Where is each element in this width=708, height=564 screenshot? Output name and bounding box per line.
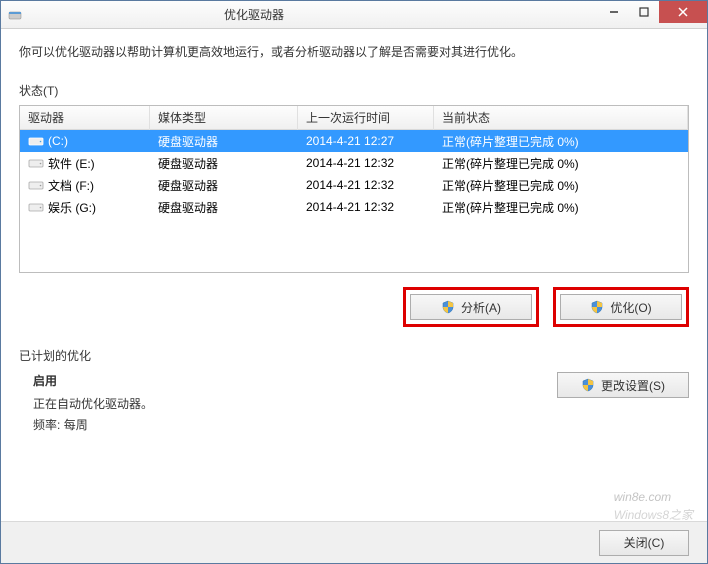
drive-status: 正常(碎片整理已完成 0%)	[434, 131, 688, 152]
analyze-button[interactable]: 分析(A)	[410, 294, 532, 320]
titlebar: 优化驱动器	[1, 1, 707, 29]
status-section-label: 状态(T)	[19, 82, 689, 99]
watermark-suffix: .com	[645, 490, 671, 504]
list-header: 驱动器 媒体类型 上一次运行时间 当前状态	[20, 106, 688, 130]
schedule-status-line: 正在自动优化驱动器。	[33, 395, 153, 412]
drive-status: 正常(碎片整理已完成 0%)	[434, 153, 688, 174]
drive-list: 驱动器 媒体类型 上一次运行时间 当前状态 (C:)硬盘驱动器2014-4-21…	[19, 105, 689, 273]
minimize-button[interactable]	[599, 1, 629, 23]
maximize-button[interactable]	[629, 1, 659, 23]
schedule-frequency-value: 每周	[64, 418, 88, 432]
column-header-drive[interactable]: 驱动器	[20, 105, 150, 130]
highlight-optimize: 优化(O)	[553, 287, 689, 327]
app-icon	[7, 7, 23, 23]
analyze-label: 分析(A)	[461, 299, 501, 316]
drive-lastrun: 2014-4-21 12:32	[298, 176, 434, 194]
drive-status: 正常(碎片整理已完成 0%)	[434, 175, 688, 196]
drive-name: 软件 (E:)	[48, 155, 95, 172]
description-text: 你可以优化驱动器以帮助计算机更高效地运行，或者分析驱动器以了解是否需要对其进行优…	[19, 43, 689, 60]
column-header-media[interactable]: 媒体类型	[150, 105, 298, 130]
column-header-status[interactable]: 当前状态	[434, 105, 688, 130]
close-button[interactable]	[659, 1, 707, 23]
close-dialog-button[interactable]: 关闭(C)	[599, 530, 689, 556]
schedule-info: 启用 正在自动优化驱动器。 频率: 每周	[19, 372, 153, 437]
drive-media: 硬盘驱动器	[150, 197, 298, 218]
drive-icon	[28, 135, 44, 147]
drive-lastrun: 2014-4-21 12:32	[298, 198, 434, 216]
highlight-analyze: 分析(A)	[403, 287, 539, 327]
drive-media: 硬盘驱动器	[150, 131, 298, 152]
drive-lastrun: 2014-4-21 12:27	[298, 132, 434, 150]
drive-icon	[28, 157, 44, 169]
watermark-main: win8e	[614, 490, 645, 504]
drive-media: 硬盘驱动器	[150, 153, 298, 174]
shield-icon	[590, 300, 604, 314]
drive-name: (C:)	[48, 134, 68, 148]
drive-status: 正常(碎片整理已完成 0%)	[434, 197, 688, 218]
shield-icon	[441, 300, 455, 314]
shield-icon	[581, 378, 595, 392]
drive-icon	[28, 201, 44, 213]
schedule-frequency-label: 频率:	[33, 418, 60, 432]
drive-media: 硬盘驱动器	[150, 175, 298, 196]
change-settings-button[interactable]: 更改设置(S)	[557, 372, 689, 398]
schedule-section-label: 已计划的优化	[19, 347, 689, 364]
schedule-enabled-label: 启用	[33, 372, 153, 389]
close-label: 关闭(C)	[624, 534, 665, 551]
drive-name: 文档 (F:)	[48, 177, 94, 194]
table-row[interactable]: 文档 (F:) 硬盘驱动器2014-4-21 12:32正常(碎片整理已完成 0%…	[20, 174, 688, 196]
window-title: 优化驱动器	[29, 6, 599, 23]
drive-lastrun: 2014-4-21 12:32	[298, 154, 434, 172]
optimize-label: 优化(O)	[610, 299, 651, 316]
column-header-lastrun[interactable]: 上一次运行时间	[298, 105, 434, 130]
footer: 关闭(C)	[1, 521, 707, 563]
window-controls	[599, 1, 707, 28]
optimize-button[interactable]: 优化(O)	[560, 294, 682, 320]
watermark: win8e.com Windows8之家	[614, 485, 693, 523]
drive-icon	[28, 179, 44, 191]
schedule-frequency: 频率: 每周	[33, 416, 153, 433]
table-row[interactable]: 娱乐 (G:) 硬盘驱动器2014-4-21 12:32正常(碎片整理已完成 0%…	[20, 196, 688, 218]
table-row[interactable]: (C:) 硬盘驱动器2014-4-21 12:27正常(碎片整理已完成 0%)	[20, 130, 688, 152]
change-settings-label: 更改设置(S)	[601, 377, 665, 394]
table-row[interactable]: 软件 (E:) 硬盘驱动器2014-4-21 12:32正常(碎片整理已完成 0%…	[20, 152, 688, 174]
drive-name: 娱乐 (G:)	[48, 199, 96, 216]
